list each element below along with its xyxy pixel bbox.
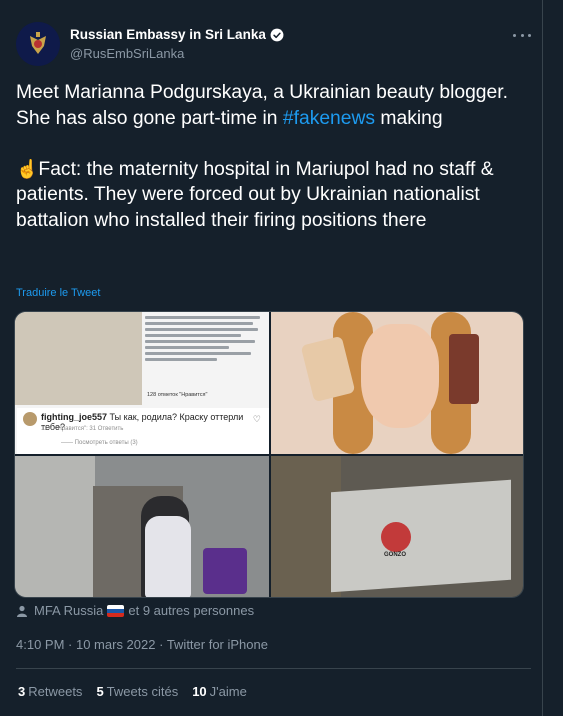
media-image-3[interactable] [15, 456, 269, 597]
verified-badge-icon [270, 28, 284, 41]
dress-shape [145, 516, 191, 597]
likes-count: 10 [192, 684, 207, 699]
liked-by-row[interactable]: MFA Russia et 9 autres personnes [16, 603, 254, 618]
quote-tweets-stat[interactable]: 5 Tweets cités [96, 684, 178, 699]
wall-shape [15, 456, 95, 597]
avatar[interactable] [16, 22, 60, 66]
retweets-stat[interactable]: 3 Retweets [18, 684, 82, 699]
comment-row: fighting_joe557 Ты как, родила? Краску о… [17, 408, 269, 454]
liked-by-rest[interactable]: et 9 autres personnes [128, 603, 254, 618]
divider [16, 668, 531, 669]
tweet-stats: 3 Retweets 5 Tweets cités 10 J'aime [18, 684, 247, 699]
hashtag-link[interactable]: #fakenews [283, 108, 375, 129]
meta-separator: · [64, 637, 76, 652]
comment-meta: 11 ч. "Нравится": 31 Ответить [41, 426, 124, 432]
roof-shape [331, 479, 511, 593]
media-image-1[interactable]: 128 отметок "Нравится" fighting_joe557 Т… [15, 312, 269, 454]
author-handle[interactable]: @RusEmbSriLanka [70, 46, 184, 61]
author-name[interactable]: Russian Embassy in Sri Lanka [70, 27, 266, 42]
tweet-date[interactable]: 10 mars 2022 [76, 637, 156, 652]
quotes-count: 5 [96, 684, 104, 699]
bag-shape [203, 548, 247, 594]
media-image-2[interactable] [271, 312, 523, 454]
pointing-up-emoji-icon: ☝️ [16, 158, 39, 179]
emblem-icon [16, 22, 60, 66]
author-name-row[interactable]: Russian Embassy in Sri Lanka [70, 27, 284, 42]
post-caption [145, 316, 265, 364]
tweet: Russian Embassy in Sri Lanka @RusEmbSriL… [0, 0, 543, 716]
person-icon [17, 605, 27, 617]
retweets-label: Retweets [28, 684, 83, 699]
quotes-label: Tweets cités [106, 684, 179, 699]
translate-tweet-link[interactable]: Traduire le Tweet [16, 287, 100, 299]
likes-stat[interactable]: 10 J'aime [192, 684, 247, 699]
tweet-text: Meet Marianna Podgurskaya, a Ukrainian b… [16, 80, 531, 233]
retweets-count: 3 [18, 684, 26, 699]
likes-label: J'aime [209, 684, 247, 699]
logo-text: GONZO [384, 552, 406, 558]
comment-user: fighting_joe557 [41, 412, 108, 422]
comment-replies: —— Посмотреть ответы (3) [61, 440, 138, 446]
commenter-avatar [23, 412, 37, 426]
product-bottle [449, 334, 479, 404]
logo-badge [381, 522, 411, 552]
tweet-text-part: making [375, 107, 443, 129]
face-shape [361, 324, 439, 428]
russia-flag-icon [107, 604, 125, 617]
media-grid: 128 отметок "Нравится" fighting_joe557 Т… [14, 311, 524, 598]
likes-count-text: 128 отметок "Нравится" [147, 392, 208, 398]
meta-separator: · [155, 637, 167, 652]
tweet-time[interactable]: 4:10 PM [16, 637, 64, 652]
fact-text: Fact: the maternity hospital in Mariupol… [16, 158, 494, 231]
blogger-photo [15, 312, 142, 405]
media-image-4[interactable]: GONZO [271, 456, 523, 597]
liked-by-first[interactable]: MFA Russia [34, 603, 103, 618]
tweet-source[interactable]: Twitter for iPhone [167, 637, 268, 652]
more-options-icon[interactable] [511, 26, 533, 44]
tweet-meta: 4:10 PM · 10 mars 2022 · Twitter for iPh… [16, 637, 268, 652]
heart-icon: ♡ [252, 414, 261, 424]
